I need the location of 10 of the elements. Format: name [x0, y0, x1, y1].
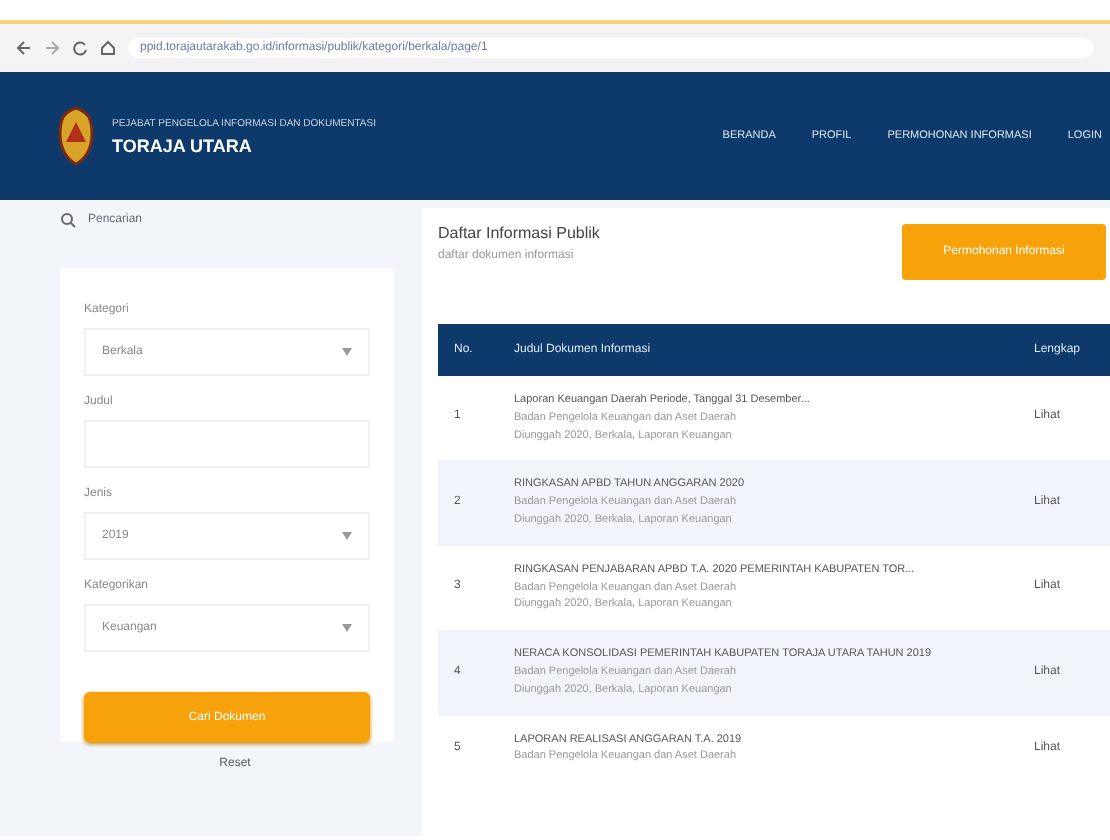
caret-icon	[342, 348, 352, 356]
reload-icon[interactable]	[72, 40, 88, 56]
home-icon[interactable]	[100, 40, 116, 56]
caret-icon	[342, 532, 352, 540]
shield-logo	[56, 106, 96, 166]
site-title: TORAJA UTARA	[112, 135, 254, 155]
back-icon[interactable]	[16, 40, 32, 56]
search-icon	[60, 212, 76, 228]
page-title: Daftar Informasi Publik	[438, 224, 600, 242]
caret-icon	[342, 624, 352, 632]
